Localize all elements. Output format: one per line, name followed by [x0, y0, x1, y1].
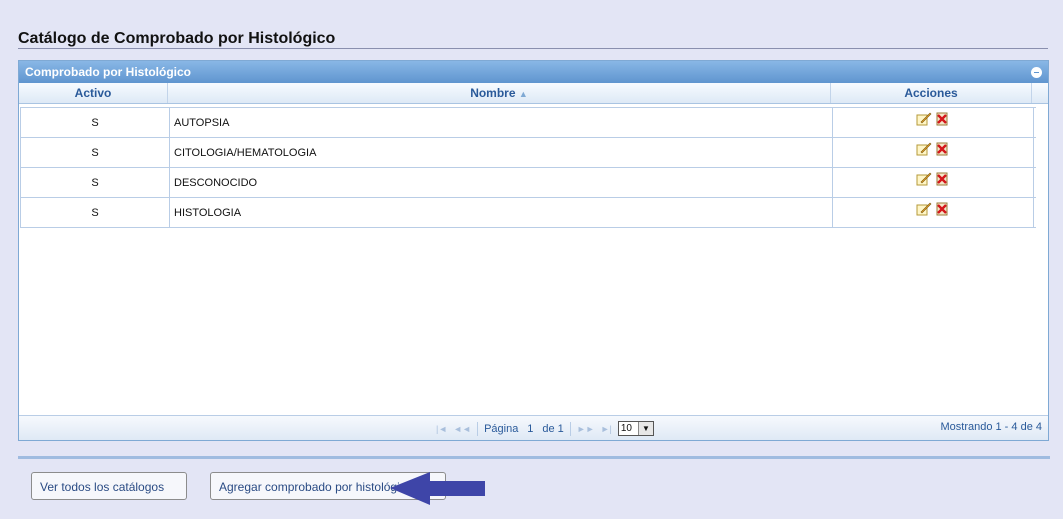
- grid-caption: Comprobado por Histológico: [19, 61, 1048, 83]
- cell-activo: S: [21, 138, 170, 167]
- next-page-icon[interactable]: ►►: [577, 424, 595, 434]
- pager: |◄ ◄◄ Página 1 de 1 ►► ►| 10 ▼ Mostrando…: [19, 415, 1048, 440]
- delete-icon[interactable]: [934, 142, 950, 156]
- grid-body: S AUTOPSIA S CITOLOGIA/HEMATOLOGIA S DES…: [20, 107, 1036, 228]
- edit-icon[interactable]: [916, 142, 932, 156]
- table-row[interactable]: S AUTOPSIA: [21, 108, 1036, 138]
- table-row[interactable]: S CITOLOGIA/HEMATOLOGIA: [21, 138, 1036, 168]
- last-page-icon[interactable]: ►|: [601, 424, 612, 434]
- cell-nombre: CITOLOGIA/HEMATOLOGIA: [170, 138, 833, 167]
- column-header-nombre[interactable]: Nombre ▲: [168, 83, 831, 103]
- cell-nombre: HISTOLOGIA: [170, 198, 833, 227]
- records-info: Mostrando 1 - 4 de 4: [940, 421, 1042, 433]
- edit-icon[interactable]: [916, 112, 932, 126]
- column-header-activo[interactable]: Activo: [19, 83, 168, 103]
- delete-icon[interactable]: [934, 112, 950, 126]
- grid-caption-label: Comprobado por Histológico: [25, 65, 191, 79]
- page-label: Página: [484, 422, 519, 435]
- cell-acciones: [833, 168, 1034, 197]
- page-number-input[interactable]: 1: [524, 423, 536, 435]
- cell-acciones: [833, 138, 1034, 167]
- cell-nombre: AUTOPSIA: [170, 108, 833, 137]
- chevron-down-icon: ▼: [637, 422, 653, 435]
- catalog-grid: Comprobado por Histológico Activo Nombre…: [18, 60, 1049, 441]
- grid-header: Activo Nombre ▲ Acciones: [19, 83, 1048, 104]
- edit-icon[interactable]: [916, 202, 932, 216]
- cell-activo: S: [21, 198, 170, 227]
- cell-activo: S: [21, 108, 170, 137]
- first-page-icon[interactable]: |◄: [436, 424, 447, 434]
- delete-icon[interactable]: [934, 202, 950, 216]
- delete-icon[interactable]: [934, 172, 950, 186]
- sort-asc-icon: ▲: [518, 89, 528, 99]
- table-row[interactable]: S DESCONOCIDO: [21, 168, 1036, 198]
- table-row[interactable]: S HISTOLOGIA: [21, 198, 1036, 228]
- cell-acciones: [833, 198, 1034, 227]
- cell-activo: S: [21, 168, 170, 197]
- pager-controls: |◄ ◄◄ Página 1 de 1 ►► ►| 10 ▼: [436, 421, 654, 436]
- collapse-icon[interactable]: [1031, 67, 1042, 78]
- title-divider: [18, 48, 1048, 49]
- page-of-label: de 1: [542, 422, 564, 435]
- edit-icon[interactable]: [916, 172, 932, 186]
- footer-divider: [18, 456, 1050, 459]
- cell-nombre: DESCONOCIDO: [170, 168, 833, 197]
- pager-separator: [477, 421, 479, 436]
- pager-separator: [569, 421, 571, 436]
- column-header-acciones: Acciones: [831, 83, 1032, 103]
- view-all-catalogs-button[interactable]: Ver todos los catálogos: [31, 472, 187, 500]
- page-title: Catálogo de Comprobado por Histológico: [18, 30, 336, 47]
- cell-acciones: [833, 108, 1034, 137]
- pointer-arrow-icon: [390, 472, 485, 505]
- prev-page-icon[interactable]: ◄◄: [453, 424, 471, 434]
- rows-per-page-select[interactable]: 10 ▼: [617, 421, 654, 436]
